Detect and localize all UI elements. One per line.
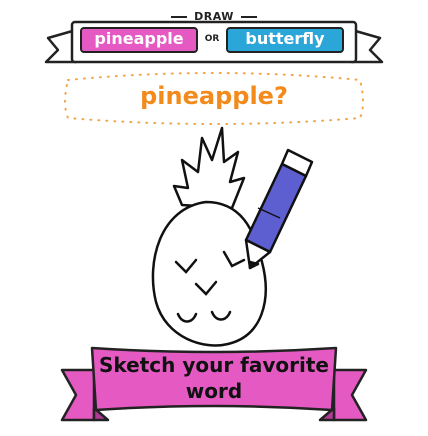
option-pineapple-button[interactable]: pineapple xyxy=(80,27,198,53)
banner-instruction: Sketch your favorite word xyxy=(98,353,329,403)
draw-label: DRAW xyxy=(194,10,234,23)
draw-heading: DRAW xyxy=(0,10,428,23)
heading-dash-left xyxy=(171,16,188,18)
heading-dash-right xyxy=(240,16,257,18)
or-label: OR xyxy=(204,34,220,44)
word-choice-screen: DRAW pineapple OR butterfly pineapple? S… xyxy=(0,0,428,436)
option-butterfly-button[interactable]: butterfly xyxy=(226,27,344,53)
chosen-word-question: pineapple? xyxy=(140,82,288,110)
pineapple-body-drawing xyxy=(151,200,267,347)
pencil-icon xyxy=(244,148,314,270)
pineapple-crown-drawing xyxy=(172,126,246,210)
